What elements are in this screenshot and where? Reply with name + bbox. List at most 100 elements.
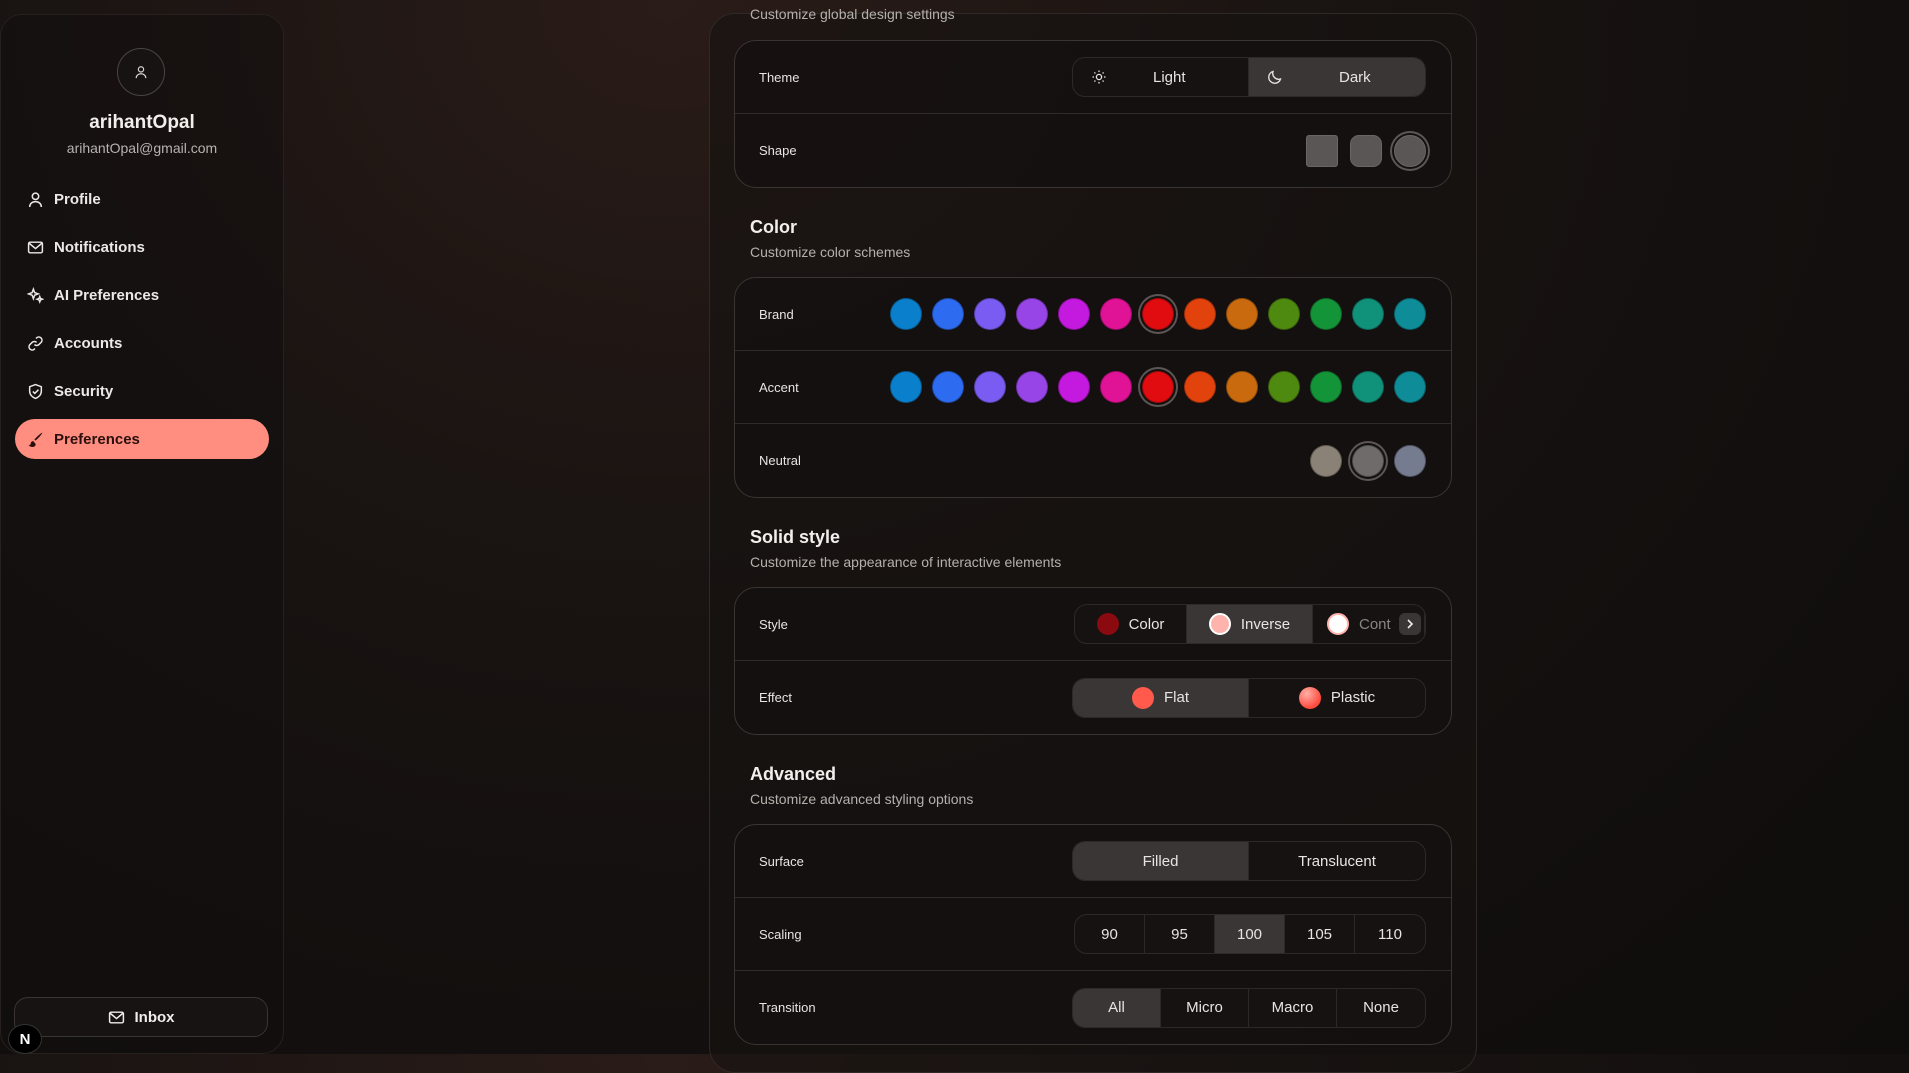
transition-option-label: None — [1363, 999, 1399, 1016]
accent-swatch[interactable] — [1142, 371, 1174, 403]
accent-swatch[interactable] — [1310, 371, 1342, 403]
accent-swatch[interactable] — [1226, 371, 1258, 403]
brand-swatch[interactable] — [974, 298, 1006, 330]
transition-all-option[interactable]: All — [1073, 988, 1161, 1027]
person-icon — [28, 191, 43, 207]
neutral-label: Neutral — [759, 453, 801, 468]
shape-round-option[interactable] — [1394, 134, 1426, 167]
scaling-option-label: 105 — [1306, 925, 1333, 943]
accent-swatch[interactable] — [890, 371, 922, 403]
sidebar-item-label: Security — [54, 382, 114, 400]
accent-swatch[interactable] — [932, 371, 964, 403]
sidebar-item-label: AI Preferences — [54, 286, 160, 304]
brand-swatch[interactable] — [932, 298, 964, 330]
theme-dark-option[interactable]: Dark — [1249, 58, 1425, 96]
scaling-105-option[interactable]: 105 — [1285, 915, 1355, 953]
neutral-swatch[interactable] — [1310, 444, 1342, 477]
effect-label: Effect — [759, 690, 793, 705]
brand-swatch[interactable] — [1352, 298, 1384, 330]
transition-micro-option[interactable]: Micro — [1161, 988, 1249, 1027]
avatar[interactable] — [117, 48, 165, 96]
surface-translucent-label: Translucent — [1298, 852, 1376, 870]
accent-swatch[interactable] — [1100, 371, 1132, 403]
sidebar-item-label: Profile — [54, 190, 101, 208]
accent-swatch[interactable] — [1058, 371, 1090, 403]
sidebar-item-notifications[interactable]: Notifications — [15, 227, 269, 267]
scaling-95-option[interactable]: 95 — [1145, 915, 1215, 953]
color-dot — [1298, 686, 1321, 709]
shield-icon — [28, 383, 43, 399]
color-dot — [1131, 686, 1154, 709]
sidebar-item-accounts[interactable]: Accounts — [15, 323, 269, 363]
style-color-option[interactable]: Color — [1075, 605, 1187, 643]
scaling-toggle: 90 95 100 105 110 — [1074, 914, 1426, 954]
surface-label: Surface — [759, 853, 804, 869]
brand-swatch[interactable] — [890, 298, 922, 330]
accent-swatch[interactable] — [1268, 371, 1300, 403]
style-inverse-label: Inverse — [1240, 615, 1291, 633]
scroll-right-button[interactable] — [1399, 613, 1421, 635]
transition-option-label: All — [1108, 999, 1125, 1016]
surface-toggle: Filled Translucent — [1072, 841, 1426, 881]
theme-row: Theme Light Dark — [735, 41, 1451, 114]
scaling-90-option[interactable]: 90 — [1075, 915, 1145, 953]
style-toggle: Color Inverse Cont — [1074, 604, 1426, 644]
surface-row: Surface Filled Translucent — [735, 825, 1451, 898]
sidebar-item-profile[interactable]: Profile — [15, 179, 269, 219]
sidebar-item-ai-preferences[interactable]: AI Preferences — [15, 275, 269, 315]
accent-swatch[interactable] — [974, 371, 1006, 403]
effect-plastic-option[interactable]: Plastic — [1249, 679, 1425, 717]
brand-swatch[interactable] — [1184, 298, 1216, 330]
envelope-icon — [108, 1010, 124, 1024]
neutral-swatch[interactable] — [1352, 444, 1384, 477]
neutral-swatches — [1310, 444, 1426, 477]
inbox-button[interactable]: Inbox — [14, 997, 268, 1037]
brand-swatch[interactable] — [1394, 298, 1426, 330]
advanced-title: Advanced — [750, 764, 837, 784]
accent-swatch[interactable] — [1352, 371, 1384, 403]
brand-swatch[interactable] — [1058, 298, 1090, 330]
effect-plastic-label: Plastic — [1330, 689, 1376, 706]
scaling-110-option[interactable]: 110 — [1355, 915, 1425, 953]
brand-swatch[interactable] — [1310, 298, 1342, 330]
accent-label: Accent — [759, 379, 799, 395]
accent-swatch[interactable] — [1016, 371, 1048, 403]
sparkle-icon — [27, 286, 44, 304]
chevron-right-icon — [1407, 619, 1414, 629]
brand-swatch[interactable] — [1268, 298, 1300, 330]
scaling-option-label: 100 — [1236, 925, 1263, 943]
scaling-option-label: 90 — [1101, 925, 1118, 943]
sidebar: arihantOpal arihantOpal@gmail.com Profil… — [0, 14, 284, 1054]
shape-rounded-option[interactable] — [1350, 134, 1382, 167]
style-inverse-option[interactable]: Inverse — [1187, 605, 1313, 643]
surface-translucent-option[interactable]: Translucent — [1249, 842, 1425, 880]
brand-swatch[interactable] — [1016, 298, 1048, 330]
accent-swatch[interactable] — [1184, 371, 1216, 403]
solid-subtitle: Customize the appearance of interactive … — [750, 554, 1062, 570]
framework-badge[interactable]: N — [8, 1024, 42, 1054]
shape-square-option[interactable] — [1306, 134, 1338, 167]
transition-label: Transition — [759, 1000, 816, 1015]
solid-card: Style Color Inverse Cont Effect Flat Pla… — [734, 587, 1452, 735]
theme-light-option[interactable]: Light — [1073, 58, 1249, 96]
brand-swatches — [890, 298, 1426, 330]
effect-flat-option[interactable]: Flat — [1073, 678, 1249, 717]
brand-swatch[interactable] — [1226, 298, 1258, 330]
solid-title: Solid style — [750, 527, 841, 547]
brand-swatch[interactable] — [1142, 298, 1174, 330]
sidebar-item-preferences[interactable]: Preferences — [15, 419, 269, 459]
link-icon — [28, 335, 43, 351]
scaling-100-option[interactable]: 100 — [1215, 915, 1285, 953]
transition-row: Transition All Micro Macro None — [735, 971, 1451, 1044]
effect-row: Effect Flat Plastic — [735, 661, 1451, 734]
transition-none-option[interactable]: None — [1337, 989, 1425, 1027]
accent-swatch[interactable] — [1394, 371, 1426, 403]
moon-icon — [1268, 70, 1282, 84]
theme-label: Theme — [759, 69, 800, 85]
scaling-row: Scaling 90 95 100 105 110 — [735, 898, 1451, 971]
neutral-swatch[interactable] — [1394, 444, 1426, 477]
brand-swatch[interactable] — [1100, 298, 1132, 330]
transition-macro-option[interactable]: Macro — [1249, 988, 1337, 1027]
surface-filled-option[interactable]: Filled — [1073, 842, 1249, 880]
sidebar-item-security[interactable]: Security — [15, 371, 269, 411]
